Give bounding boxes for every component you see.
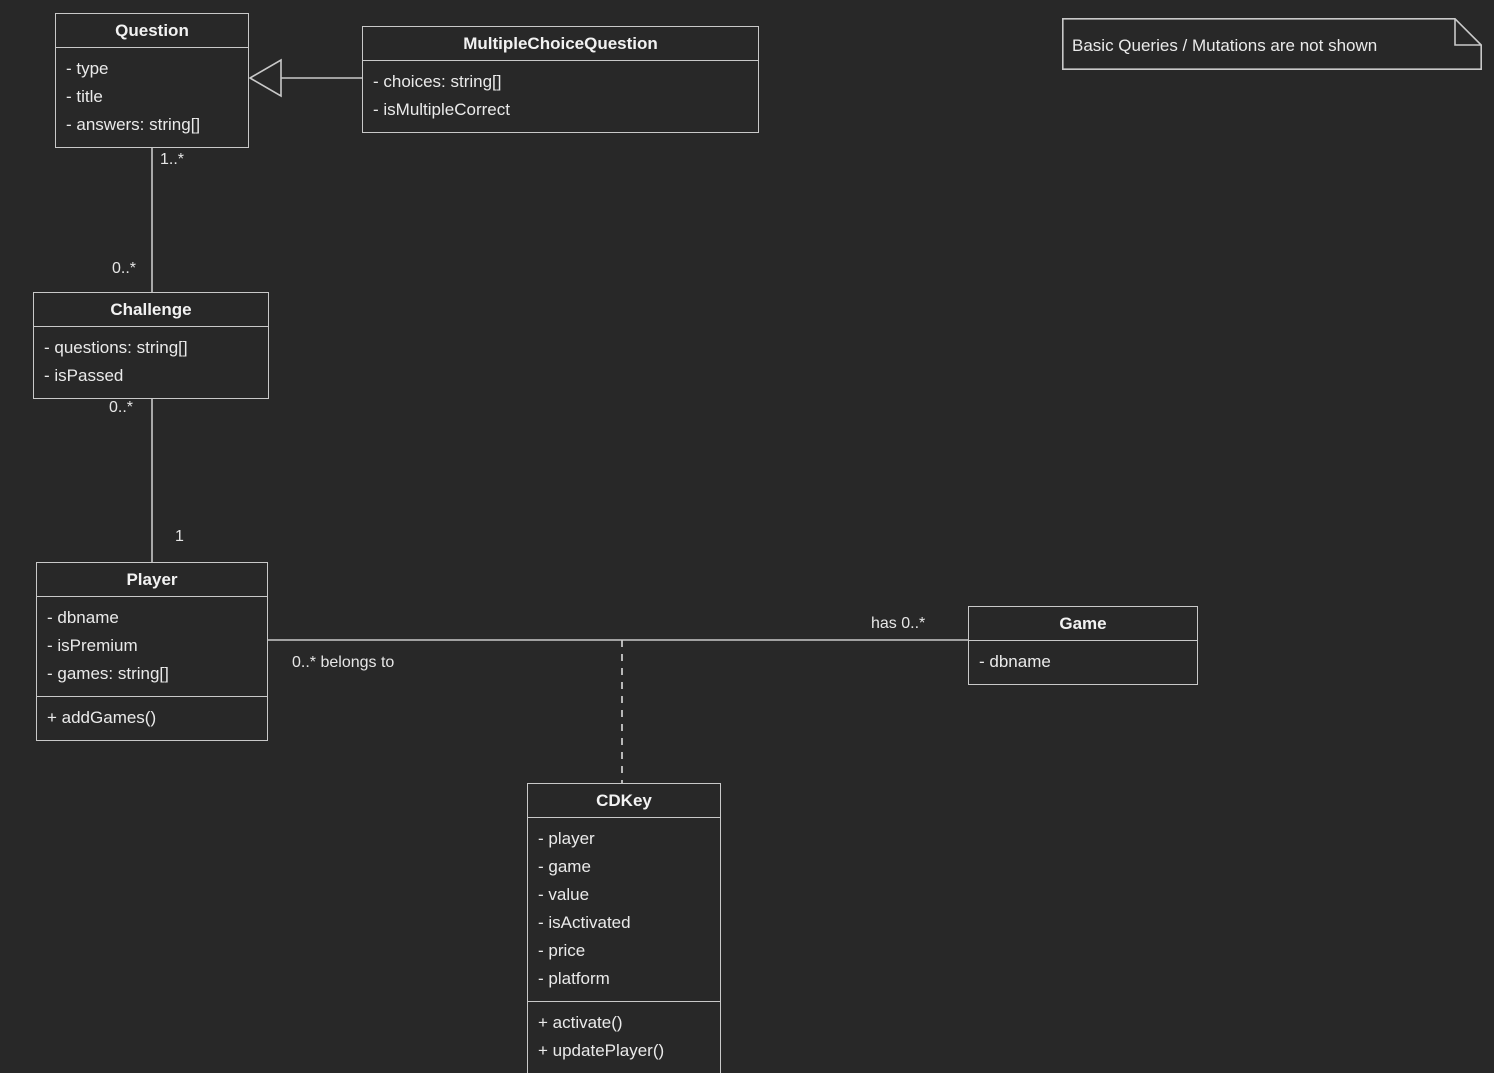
connector-layer bbox=[151, 58, 968, 783]
class-attributes-multiplechoicequestion: - choices: string[] - isMultipleCorrect bbox=[363, 61, 758, 132]
class-attributes-game: - dbname bbox=[969, 641, 1197, 684]
uml-class-player[interactable]: Player - dbname - isPremium - games: str… bbox=[36, 562, 268, 741]
class-member: + updatePlayer() bbox=[538, 1041, 665, 1060]
class-member: + addGames() bbox=[47, 708, 157, 727]
class-methods-cdkey: + activate() + updatePlayer() bbox=[528, 1001, 720, 1073]
class-member: - platform bbox=[538, 969, 610, 988]
class-attributes-cdkey: - player - game - value - isActivated - … bbox=[528, 818, 720, 1001]
class-member: - title bbox=[66, 87, 103, 106]
class-member: - games: string[] bbox=[47, 664, 169, 683]
class-member: - isActivated bbox=[538, 913, 631, 932]
class-member: - player bbox=[538, 829, 595, 848]
class-methods-player: + addGames() bbox=[37, 696, 267, 740]
class-member: - isMultipleCorrect bbox=[373, 100, 510, 119]
class-member: - dbname bbox=[979, 652, 1051, 671]
uml-class-question[interactable]: Question - type - title - answers: strin… bbox=[55, 13, 249, 148]
uml-diagram-canvas: 1..* 0..* 0..* 1 0..* belongs to has 0..… bbox=[0, 0, 1494, 1073]
class-member: - value bbox=[538, 885, 590, 904]
class-member: - choices: string[] bbox=[373, 72, 502, 91]
class-member: - type bbox=[66, 59, 109, 78]
class-name-challenge: Challenge bbox=[34, 293, 268, 327]
uml-class-multiplechoicequestion[interactable]: MultipleChoiceQuestion - choices: string… bbox=[362, 26, 759, 133]
generalization-arrowhead-hollow-triangle bbox=[248, 58, 282, 98]
class-name-game: Game bbox=[969, 607, 1197, 641]
class-name-cdkey: CDKey bbox=[528, 784, 720, 818]
edge-label-challenge-player-player-end: 1 bbox=[175, 528, 184, 545]
class-member: - dbname bbox=[47, 608, 119, 627]
note-text: Basic Queries / Mutations are not shown bbox=[1072, 36, 1378, 55]
uml-note-basic-queries[interactable]: Basic Queries / Mutations are not shown bbox=[1062, 18, 1482, 70]
uml-class-cdkey[interactable]: CDKey - player - game - value - isActiva… bbox=[527, 783, 721, 1073]
edge-label-player-game-game-end: has 0..* bbox=[871, 615, 926, 632]
uml-class-challenge[interactable]: Challenge - questions: string[] - isPass… bbox=[33, 292, 269, 399]
edge-label-player-game-player-end: 0..* belongs to bbox=[292, 654, 395, 671]
class-member: - answers: string[] bbox=[66, 115, 201, 134]
edge-label-question-challenge-question-end: 1..* bbox=[160, 151, 185, 168]
class-attributes-question: - type - title - answers: string[] bbox=[56, 48, 248, 147]
class-member: - price bbox=[538, 941, 586, 960]
class-member: - isPassed bbox=[44, 366, 124, 385]
uml-class-game[interactable]: Game - dbname bbox=[968, 606, 1198, 685]
edge-label-challenge-player-challenge-end: 0..* bbox=[109, 399, 134, 416]
class-name-multiplechoicequestion: MultipleChoiceQuestion bbox=[363, 27, 758, 61]
class-name-question: Question bbox=[56, 14, 248, 48]
class-member: - isPremium bbox=[47, 636, 138, 655]
class-attributes-challenge: - questions: string[] - isPassed bbox=[34, 327, 268, 398]
class-member: - game bbox=[538, 857, 591, 876]
class-name-player: Player bbox=[37, 563, 267, 597]
class-member: - questions: string[] bbox=[44, 338, 188, 357]
class-attributes-player: - dbname - isPremium - games: string[] bbox=[37, 597, 267, 696]
class-member: + activate() bbox=[538, 1013, 623, 1032]
edge-label-question-challenge-challenge-end: 0..* bbox=[112, 260, 137, 277]
